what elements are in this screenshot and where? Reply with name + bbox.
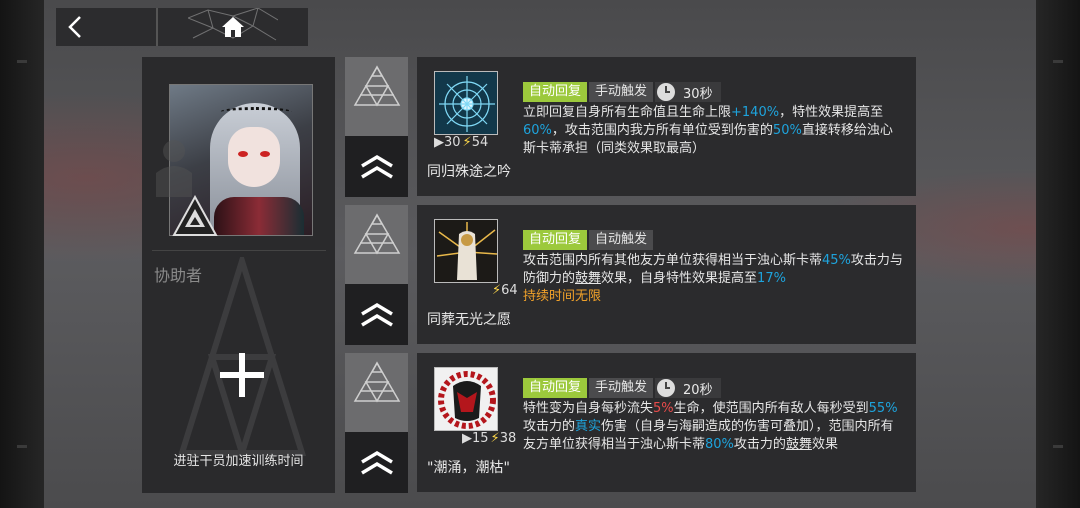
sp-costs: ▶30 ⚡54: [434, 135, 489, 150]
initial-sp: 15: [472, 431, 489, 446]
skill-name: 同葬无光之愿: [427, 312, 511, 328]
home-icon: [222, 17, 244, 37]
skill-rune-icon: [434, 71, 498, 135]
sp-cost: 38: [499, 431, 517, 446]
skill-2-level-column: [345, 205, 408, 345]
chevron-left-icon: [68, 16, 81, 38]
skill-3-level-column: [345, 353, 408, 493]
sp-cost: 54: [471, 135, 489, 150]
clock-icon: [657, 379, 676, 397]
duration-badge: 20秒: [655, 378, 721, 398]
sp-bolt-icon: ⚡: [490, 431, 500, 446]
back-button[interactable]: [56, 8, 158, 46]
skill-level-triangle-icon: [353, 65, 401, 107]
sp-cost: 64: [501, 283, 518, 298]
skill-figure-icon: [434, 219, 498, 283]
trigger-tag: 自动触发: [589, 230, 654, 250]
skill-1-upgrade-button[interactable]: [345, 136, 408, 197]
skill-description: 立即回复自身所有生命值且生命上限+140%，特性效果提高至60%，攻击范围内我方…: [523, 105, 893, 156]
sp-bolt-icon: ⚡: [462, 135, 472, 150]
initial-sp: 30: [444, 135, 461, 150]
duration-value: 20秒: [683, 382, 713, 398]
skill-card[interactable]: ⚡64 同葬无光之愿 自动回复 自动触发 攻击范围内所有其他友方单位获得相当于浊…: [417, 205, 916, 344]
skill-tags: 自动回复 手动触发 20秒: [523, 378, 721, 398]
recovery-tag: 自动回复: [523, 378, 588, 398]
right-device-edge: [1036, 0, 1080, 508]
placeholder-person-icon: [156, 140, 192, 197]
skill-card[interactable]: ▶15 ⚡38 "潮涌，潮枯" 自动回复 手动触发 20秒 特性变为自身每秒流失5…: [417, 353, 916, 492]
recovery-tag: 自动回复: [523, 230, 588, 250]
duration-badge: 30秒: [655, 82, 721, 102]
skill-3-upgrade-button[interactable]: [345, 432, 408, 493]
clock-icon: [657, 83, 676, 101]
skill-tags: 自动回复 自动触发: [523, 230, 654, 250]
double-chevron-up-icon: [360, 450, 393, 475]
operator-class-icon: [172, 195, 218, 236]
home-button[interactable]: [158, 8, 308, 46]
top-nav-bar: [56, 8, 308, 46]
skill-level-triangle-icon: [353, 361, 401, 403]
left-device-edge: [0, 0, 44, 508]
skill-description: 攻击范围内所有其他友方单位获得相当于浊心斯卡蒂45%攻击力与防御力的鼓舞效果，自…: [523, 253, 903, 304]
skill-description: 特性变为自身每秒流失5%生命，使范围内所有敌人每秒受到55%攻击力的真实伤害（自…: [523, 401, 898, 452]
skill-name: 同归殊途之吟: [427, 164, 511, 180]
recovery-tag: 自动回复: [523, 82, 588, 102]
assist-panel: 协助者 进驻干员加速训练时间: [142, 57, 335, 493]
skill-tags: 自动回复 手动触发 30秒: [523, 82, 721, 102]
skill-card[interactable]: ▶30 ⚡54 同归殊途之吟 自动回复 手动触发 30秒 立即回复自身所有生命值且…: [417, 57, 916, 196]
add-assistant-button[interactable]: [220, 353, 264, 397]
skill-level-triangle-icon: [353, 213, 401, 255]
trigger-tag: 手动触发: [589, 82, 654, 102]
double-chevron-up-icon: [360, 154, 393, 179]
skill-2-upgrade-button[interactable]: [345, 284, 408, 345]
skill-1-level-column: [345, 57, 408, 197]
double-chevron-up-icon: [360, 302, 393, 327]
skill-name: "潮涌，潮枯": [427, 460, 510, 476]
sp-bolt-icon: ⚡: [492, 283, 502, 298]
skill-mask-icon: [434, 367, 498, 431]
assist-footer-text: 进驻干员加速训练时间: [173, 454, 304, 469]
trigger-tag: 手动触发: [589, 378, 654, 398]
duration-value: 30秒: [683, 86, 713, 102]
